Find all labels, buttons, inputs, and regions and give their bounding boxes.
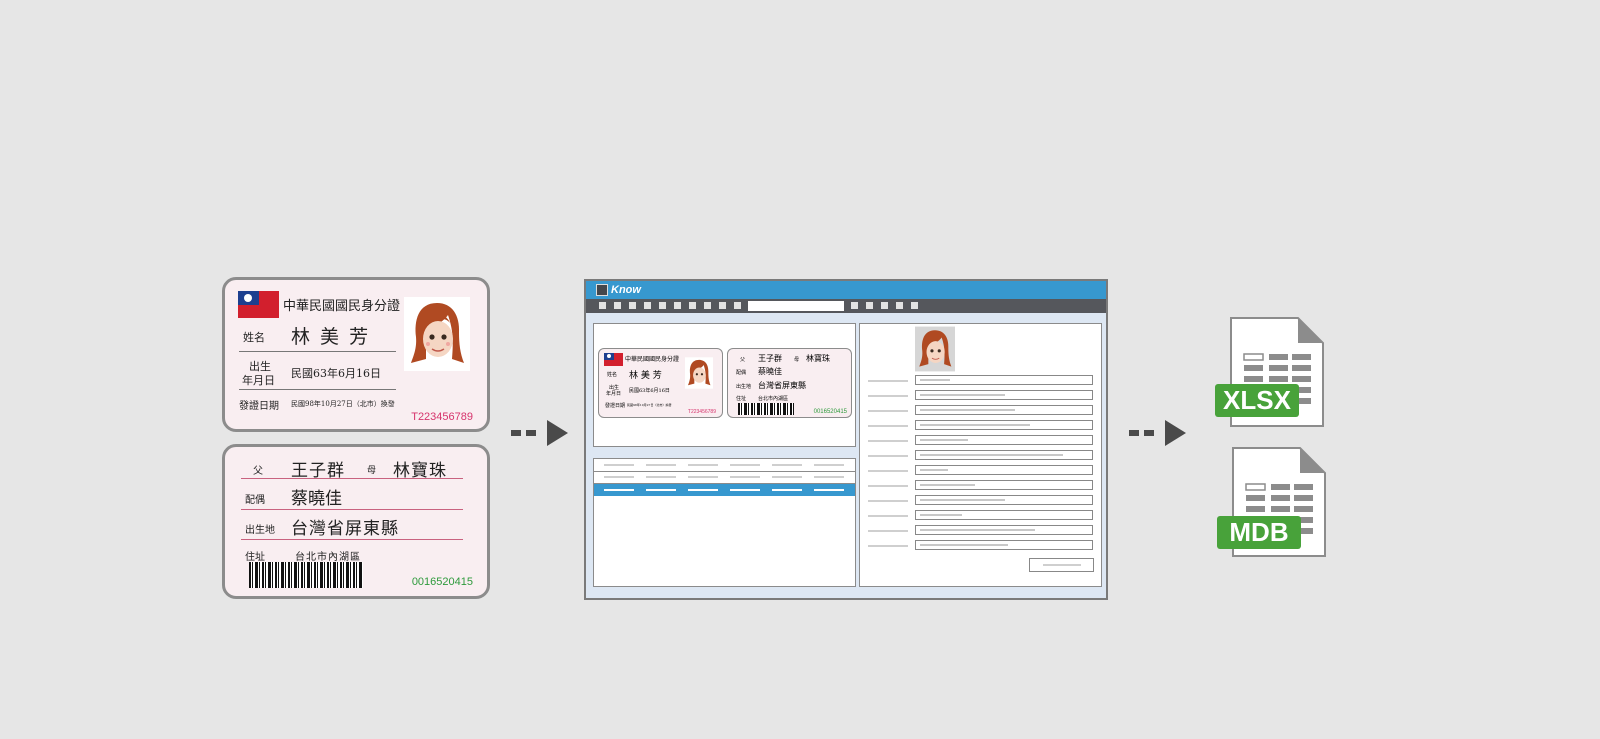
barcode-icon [738,403,794,415]
mini-spouse-value: 蔡曉佳 [758,367,782,376]
form-field[interactable] [915,480,1093,490]
mini-serial-number: 0016520415 [813,409,847,415]
form-field[interactable] [915,525,1093,535]
taiwan-flag-icon [238,291,279,318]
toolbar-button[interactable] [644,302,651,309]
mdb-badge: MDB [1217,516,1301,549]
search-input[interactable] [748,301,844,311]
table-row[interactable] [594,472,855,484]
mini-father-value: 王子群 [758,354,782,363]
mini-issue-date: 民國98年10月27日（北市）換發 [627,403,672,407]
father-label: 父 [253,466,263,477]
toolbar-button[interactable] [659,302,666,309]
app-logo-icon [596,284,608,296]
list-header [594,459,855,472]
toolbar-button[interactable] [881,302,888,309]
app-window: Know 中華民國國民身分證 姓名 林 美 芳 出生 年月日 民國63年6月16… [584,279,1108,600]
toolbar-button[interactable] [689,302,696,309]
toolbar-button[interactable] [734,302,741,309]
id-card-front: 中華民國國民身分證 姓名 林 美 芳 出生 年月日 民國63年6月16日 發證日… [222,277,490,432]
mini-mother-value: 林寶珠 [806,354,830,363]
form-field[interactable] [915,375,1093,385]
mother-label: 母 [367,466,377,476]
portrait-icon [915,326,955,372]
barcode-icon [249,562,363,588]
toolbar-button[interactable] [866,302,873,309]
form-field[interactable] [915,495,1093,505]
address-label: 住址 [245,552,265,563]
taiwan-flag-icon [604,353,623,366]
spouse-label: 配偶 [245,495,265,506]
name-value: 林 美 芳 [291,326,371,348]
birthplace-label: 出生地 [245,525,275,536]
mini-father-label: 父 [740,357,746,363]
mini-card-back[interactable]: 父 王子群 母 林寶珠 配偶 蔡曉佳 出生地 台灣省屏東縣 住址 台北市內湖區 … [727,348,852,418]
birthplace-value: 台灣省屏東縣 [291,519,399,539]
toolbar [586,299,1106,313]
mini-spouse-label: 配偶 [736,370,747,376]
birth-label-2: 年月日 [242,374,275,387]
mini-issue-label: 發證日期 [605,403,626,409]
mini-name-value: 林 美 芳 [629,371,662,381]
mini-name-label: 姓名 [607,372,618,378]
spouse-value: 蔡曉佳 [291,489,342,509]
mini-card-front[interactable]: 中華民國國民身分證 姓名 林 美 芳 出生 年月日 民國63年6月16日 發證日… [598,348,723,418]
form-field[interactable] [915,420,1093,430]
name-label: 姓名 [243,331,265,344]
arrow-right-icon [511,420,571,446]
id-number: T223456789 [411,411,473,423]
portrait-icon [404,297,470,371]
table-row-selected[interactable] [594,484,855,496]
form-field[interactable] [915,465,1093,475]
mini-address-label: 住址 [736,396,747,402]
address-value: 台北市內湖區 [295,552,361,563]
portrait-icon [685,357,713,389]
toolbar-button[interactable] [851,302,858,309]
form-field[interactable] [915,390,1093,400]
mini-birth-label-2: 年月日 [606,391,622,397]
toolbar-button[interactable] [629,302,636,309]
toolbar-button[interactable] [614,302,621,309]
id-card-back: 父 王子群 母 林寶珠 配偶 蔡曉佳 出生地 台灣省屏東縣 住址 台北市內湖區 … [222,444,490,599]
card-title: 中華民國國民身分證 [283,299,401,314]
form-field[interactable] [915,540,1093,550]
mini-birthplace-value: 台灣省屏東縣 [758,381,806,390]
toolbar-button[interactable] [896,302,903,309]
mini-birth-date: 民國63年6月16日 [629,388,670,394]
title-bar: Know [586,281,1106,299]
toolbar-button[interactable] [674,302,681,309]
record-list-panel [593,458,856,587]
serial-number: 0016520415 [411,576,473,588]
toolbar-button[interactable] [599,302,606,309]
birth-date: 民國63年6月16日 [291,367,381,380]
toolbar-button[interactable] [719,302,726,309]
issue-date: 民國98年10月27日（北市）換發 [291,400,395,408]
mini-birthplace-label: 出生地 [736,384,752,390]
issue-label: 發證日期 [239,401,279,412]
toolbar-button[interactable] [704,302,711,309]
form-field[interactable] [915,510,1093,520]
xlsx-badge: XLSX [1215,384,1299,417]
form-field[interactable] [915,405,1093,415]
save-button[interactable] [1029,558,1094,572]
form-field[interactable] [915,450,1093,460]
mini-card-title: 中華民國國民身分證 [625,356,680,363]
mini-mother-label: 母 [794,357,800,363]
mini-id-number: T223456789 [687,409,716,415]
toolbar-button[interactable] [911,302,918,309]
app-title: Know [611,284,641,296]
arrow-right-icon [1129,420,1189,446]
card-preview-panel: 中華民國國民身分證 姓名 林 美 芳 出生 年月日 民國63年6月16日 發證日… [593,323,856,447]
mini-address-value: 台北市內湖區 [758,396,789,402]
form-field[interactable] [915,435,1093,445]
detail-form-panel [859,323,1102,587]
